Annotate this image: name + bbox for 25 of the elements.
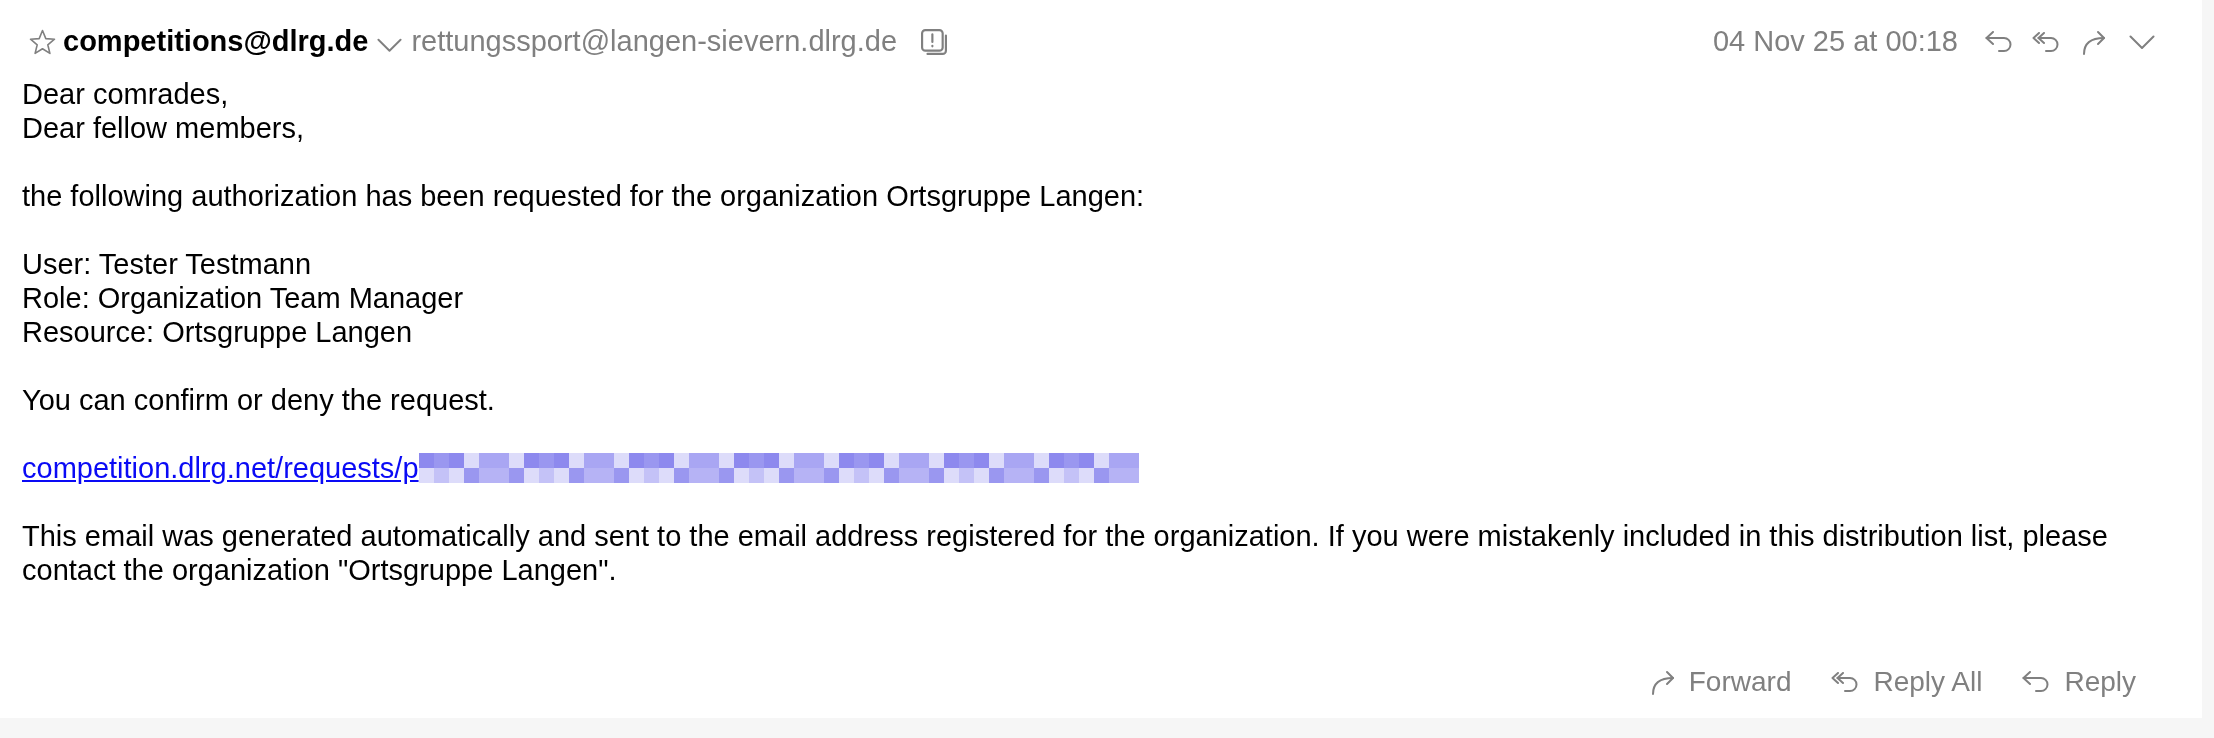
email-text: This email was generated automatically and sent to the email address registered for the organization. If you were mistakenly included in this distribution list, please contact the organization "Ortsgruppe Langen". bbox=[22, 519, 2109, 587]
message-date: 04 Nov 25 at 00:18 bbox=[1712, 24, 1958, 60]
chevron-down-icon[interactable] bbox=[377, 38, 403, 52]
chevron-down-icon[interactable] bbox=[2129, 35, 2155, 49]
reply-all-icon bbox=[1831, 671, 1860, 693]
email-text: the following authorization has been requested for the organization Ortsgruppe Langen: bbox=[22, 179, 1145, 213]
email-text: User: Tester Testmann bbox=[22, 247, 312, 281]
email-text: Dear fellow members, bbox=[22, 111, 305, 145]
request-link[interactable]: competition.dlrg.net/requests/p bbox=[22, 451, 419, 485]
exclamation-square-icon[interactable] bbox=[921, 29, 948, 55]
forward-button[interactable]: Forward bbox=[1650, 661, 1792, 703]
email-text: Role: Organization Team Manager bbox=[22, 281, 464, 315]
reply-icon[interactable] bbox=[1985, 31, 2013, 53]
reply-all-button[interactable]: Reply All bbox=[1831, 661, 1983, 703]
sender-address: competitions@dlrg.de bbox=[63, 24, 369, 60]
email-text: Resource: Ortsgruppe Langen bbox=[22, 315, 413, 349]
star-icon[interactable] bbox=[29, 29, 56, 55]
forward-icon bbox=[1650, 669, 1675, 695]
reply-button[interactable]: Reply bbox=[2022, 661, 2136, 703]
email-text: You can confirm or deny the request. bbox=[22, 383, 495, 417]
reply-all-icon[interactable] bbox=[2032, 31, 2060, 53]
email-text: Dear comrades, bbox=[22, 77, 229, 111]
forward-icon[interactable] bbox=[2082, 29, 2106, 55]
recipient-address: rettungssport@langen-sievern.dlrg.de bbox=[411, 24, 898, 60]
reply-icon bbox=[2022, 671, 2051, 693]
